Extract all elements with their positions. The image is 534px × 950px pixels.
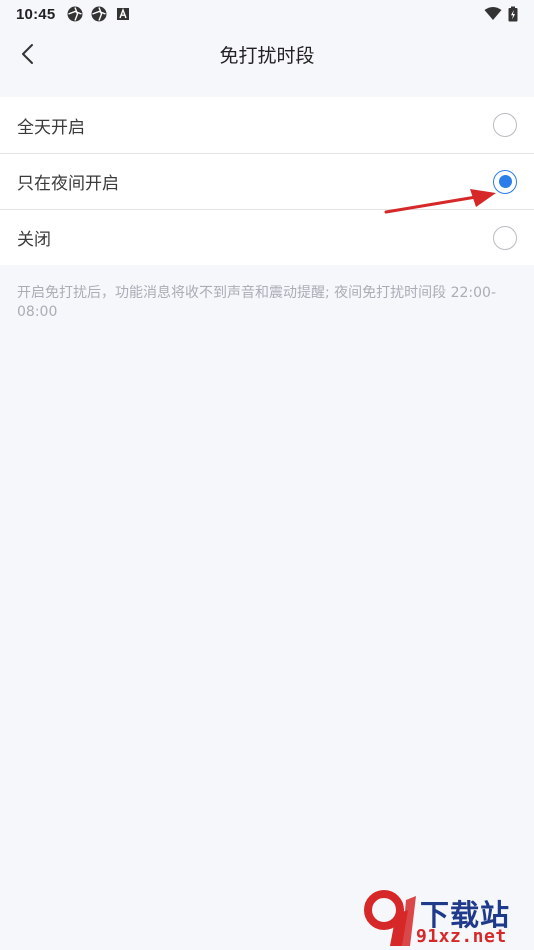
option-label: 关闭 <box>17 230 51 250</box>
font-a-icon <box>117 8 130 20</box>
page-title: 免打扰时段 <box>219 44 315 67</box>
option-all-day[interactable]: 全天开启 <box>0 97 534 153</box>
hint-text: 开启免打扰后，功能消息将收不到声音和震动提醒; 夜间免打扰时间段 22:00-0… <box>17 285 497 320</box>
status-bar: 10:45 <box>0 0 534 28</box>
radio-button[interactable] <box>493 113 517 137</box>
aperture-icon <box>91 6 107 22</box>
status-time: 10:45 <box>16 5 56 23</box>
logo-icon <box>364 890 416 946</box>
dnd-options-list: 全天开启 只在夜间开启 关闭 <box>0 97 534 265</box>
watermark-bottom-text: 91xz.net <box>416 926 507 947</box>
battery-charging-icon <box>508 6 518 22</box>
radio-button[interactable] <box>493 225 517 250</box>
status-icons-left <box>67 6 131 22</box>
aperture-icon <box>67 6 83 22</box>
option-label: 只在夜间开启 <box>17 174 119 194</box>
app-header: 免打扰时段 <box>0 28 534 80</box>
status-icons-right <box>484 6 518 22</box>
annotation-arrow-icon <box>384 189 496 214</box>
chevron-left-icon <box>22 44 33 64</box>
wifi-icon <box>484 7 502 20</box>
watermark-logo: 下载站 91xz.net <box>362 890 530 948</box>
option-label: 全天开启 <box>17 117 85 138</box>
back-button[interactable] <box>10 36 46 72</box>
